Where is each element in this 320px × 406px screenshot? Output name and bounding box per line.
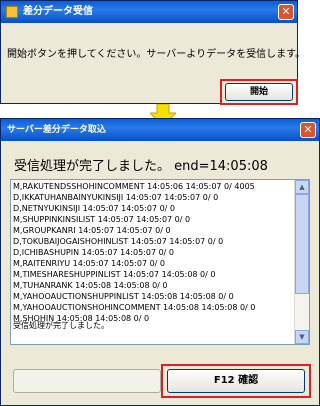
start-button[interactable]: 開始	[225, 83, 293, 101]
scroll-up-icon[interactable]: ▲	[295, 180, 309, 194]
log-scrollbar[interactable]: ▲ ▼	[294, 180, 309, 344]
import-dialog-title: サーバー差分データ取込	[7, 125, 106, 135]
log-line: M,RAITENRIYU 14:05:07 14:05:07 0/ 0	[13, 259, 166, 268]
app-icon	[6, 6, 18, 18]
close-icon[interactable]: ✕	[278, 4, 294, 20]
import-dialog-titlebar[interactable]: サーバー差分データ取込 ✕	[1, 119, 319, 141]
scroll-thumb[interactable]	[295, 194, 309, 294]
log-line: M,GROUPKANRI 14:05:07 14:05:07 0/ 0	[13, 226, 171, 235]
log-line: D,ICHIBASHUPIN 14:05:07 14:05:07 0/ 0	[13, 248, 175, 257]
log-line: M,TUHANRANK 14:05:08 14:05:08 0/ 0	[13, 281, 168, 290]
log-line: D,NETNYUKINSIJI 14:05:07 14:05:07 0/ 0	[13, 204, 176, 213]
log-completion-line: 受信処理が完了しました。	[13, 321, 109, 330]
log-line: M,SHUPPINKINSILIST 14:05:07 14:05:07 0/ …	[13, 215, 191, 224]
log-lines: M,RAKUTENDSSHOHINCOMMENT 14:05:06 14:05:…	[13, 181, 293, 324]
receive-dialog-title: 差分データ受信	[23, 6, 93, 17]
log-line: M,YAHOOAUCTIONSHUPPINLIST 14:05:08 14:05…	[13, 292, 234, 301]
confirm-button[interactable]: F12 確認	[167, 369, 305, 393]
receive-dialog-titlebar[interactable]: 差分データ受信 ✕	[1, 1, 297, 23]
close-icon[interactable]: ✕	[300, 122, 316, 138]
scroll-down-icon[interactable]: ▼	[295, 330, 309, 344]
import-dialog: サーバー差分データ取込 ✕ 受信処理が完了しました。 end=14:05:08 …	[0, 118, 320, 406]
blank-button[interactable]	[13, 369, 161, 393]
log-line: M,TIMESHARESHUPPINLIST 14:05:07 14:05:08…	[13, 270, 216, 279]
log-line: M,RAKUTENDSSHOHINCOMMENT 14:05:06 14:05:…	[13, 182, 255, 191]
log-textarea[interactable]: M,RAKUTENDSSHOHINCOMMENT 14:05:06 14:05:…	[10, 179, 310, 345]
receive-dialog: 差分データ受信 ✕ 開始ボタンを押してください。サーバーよりデータを受信します。…	[0, 0, 305, 105]
log-line: D,IKKATUHANBAINYUKINSIJI 14:05:07 14:05:…	[13, 193, 219, 202]
log-line: M,YAHOOAUCTIONSHOHINCOMMENT 14:05:08 14:…	[13, 303, 256, 312]
instruction-message: 開始ボタンを押してください。サーバーよりデータを受信します。	[7, 49, 306, 60]
completion-heading: 受信処理が完了しました。 end=14:05:08	[14, 159, 268, 174]
log-line: D,TOKUBAIJOGAISHOHINLIST 14:05:07 14:05:…	[13, 237, 224, 246]
